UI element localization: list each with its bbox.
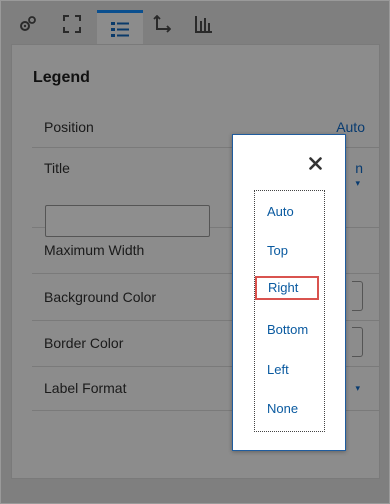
background-color-picker[interactable] [352, 281, 363, 311]
maximum-width-label: Maximum Width [44, 242, 145, 258]
border-color-label: Border Color [44, 335, 124, 351]
option-top[interactable]: Top [267, 243, 288, 258]
option-none[interactable]: None [267, 401, 298, 416]
option-left[interactable]: Left [267, 362, 289, 377]
chevron-down-icon: ▾ [355, 178, 360, 188]
position-options-list: Auto Top Right Bottom Left None [254, 190, 325, 432]
axis-icon [153, 15, 171, 33]
gears-icon [18, 14, 38, 34]
border-color-picker[interactable] [352, 327, 363, 357]
tab-legend[interactable] [97, 10, 143, 44]
option-bottom[interactable]: Bottom [267, 322, 308, 337]
option-right[interactable]: Right [255, 276, 319, 300]
title-toggle-value[interactable]: n [355, 160, 363, 176]
legend-heading: Legend [33, 69, 90, 86]
chevron-down-icon: ▾ [355, 383, 360, 393]
title-label: Title [44, 160, 70, 176]
tab-general[interactable] [11, 7, 45, 41]
close-button[interactable] [305, 153, 325, 173]
option-auto[interactable]: Auto [267, 204, 294, 219]
tab-layout[interactable] [55, 7, 89, 41]
tab-axis[interactable] [145, 7, 179, 41]
close-icon [308, 156, 322, 170]
legend-editor-window: Legend Position Auto Title n ▾ Maximum W… [0, 0, 390, 504]
position-dropdown-popup: Auto Top Right Bottom Left None [232, 134, 346, 451]
legend-list-icon [110, 20, 130, 38]
fullscreen-icon [63, 15, 81, 33]
tab-bar [1, 1, 389, 44]
bar-chart-icon [195, 15, 213, 33]
position-label: Position [44, 119, 94, 135]
label-format-label: Label Format [44, 380, 127, 396]
position-value[interactable]: Auto [336, 119, 365, 135]
background-color-label: Background Color [44, 289, 157, 305]
tab-chart[interactable] [187, 7, 221, 41]
